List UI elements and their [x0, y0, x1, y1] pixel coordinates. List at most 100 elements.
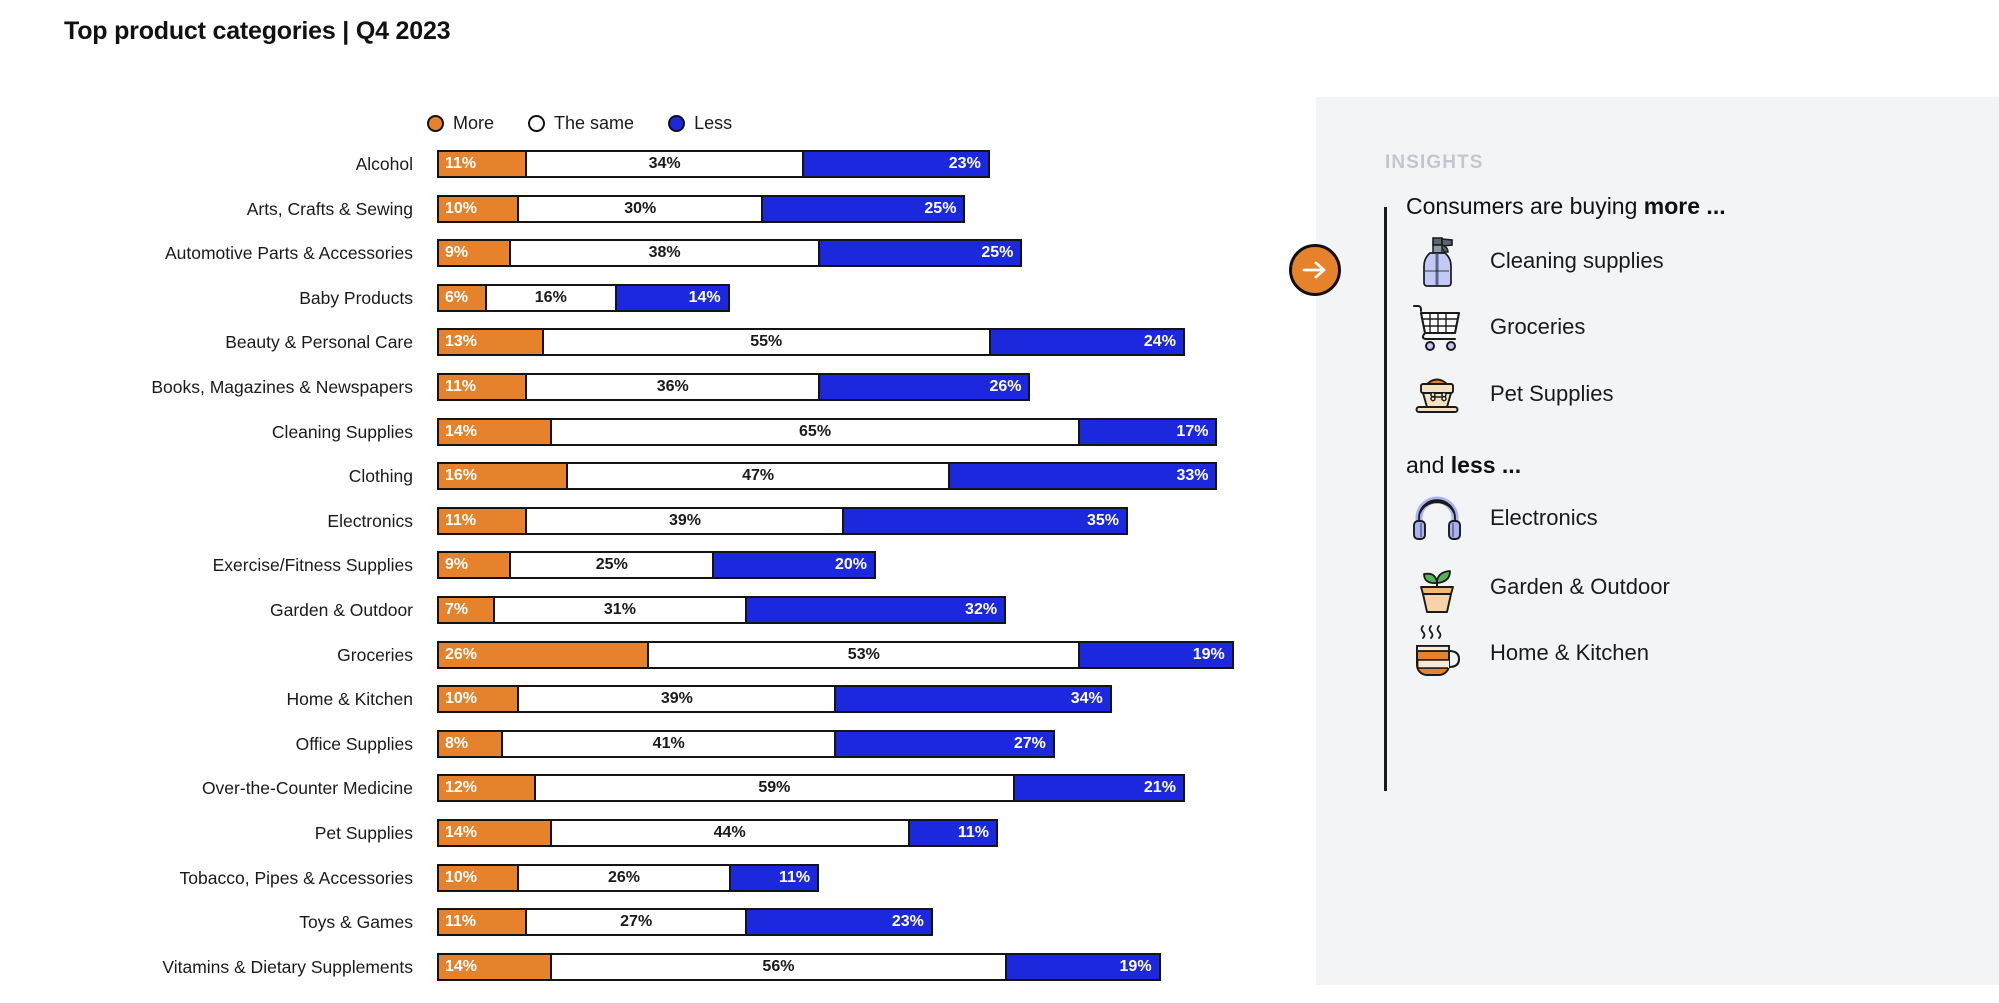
bar-segment-more[interactable]: 13% [437, 328, 543, 357]
stacked-bar-chart: Alcohol 11% 34% 23% Arts, Crafts & Sewing 10%… [0, 149, 1290, 996]
bar-segment-less[interactable]: 20% [713, 551, 876, 580]
bar-segment-more[interactable]: 16% [437, 462, 568, 491]
bar-segment-less[interactable]: 25% [819, 239, 1023, 268]
bar-segment-less[interactable]: 32% [745, 595, 1007, 624]
bar-segment-more[interactable]: 10% [437, 863, 519, 892]
bar-segment-same[interactable]: 39% [526, 506, 844, 535]
insight-item-groceries[interactable]: Groceries [1406, 295, 1585, 359]
legend-swatch-the-same-icon [528, 114, 546, 132]
chart-row: Automotive Parts & Accessories 9% 38% 25% [0, 238, 1290, 283]
bar-value-label: 6% [445, 288, 469, 306]
headphones-icon [1406, 487, 1468, 549]
bar-segment-less[interactable]: 33% [949, 462, 1218, 491]
bar-value-label: 10% [445, 868, 478, 886]
bar-segment-less[interactable]: 11% [908, 818, 998, 847]
bar-segment-more[interactable]: 11% [437, 372, 527, 401]
bar-value-label: 8% [445, 734, 469, 752]
bar-segment-more[interactable]: 26% [437, 640, 649, 669]
insights-vertical-rule [1384, 207, 1387, 791]
category-label: Office Supplies [295, 733, 413, 754]
insight-item-pet-supplies[interactable]: Pet Supplies [1406, 362, 1614, 426]
bar-value-label: 33% [1176, 467, 1209, 485]
chart-row: Home & Kitchen 10% 39% 34% [0, 684, 1290, 729]
bar-segment-less[interactable]: 27% [835, 729, 1055, 758]
bar-segment-less[interactable]: 26% [819, 372, 1031, 401]
bar-segment-same[interactable]: 30% [518, 194, 763, 223]
bar-segment-more[interactable]: 11% [437, 908, 527, 937]
bar-segment-more[interactable]: 14% [437, 818, 551, 847]
category-label: Beauty & Personal Care [225, 332, 413, 353]
bar-segment-same[interactable]: 59% [534, 774, 1015, 803]
legend-item-less[interactable]: Less [668, 113, 732, 134]
bar-segment-same[interactable]: 39% [518, 685, 836, 714]
bar-segment-same[interactable]: 31% [493, 595, 746, 624]
bar-segment-more[interactable]: 10% [437, 685, 519, 714]
legend-item-the-same[interactable]: The same [528, 113, 634, 134]
bar-value-label: 34% [648, 155, 681, 172]
bar-segment-same[interactable]: 36% [526, 372, 820, 401]
bar-segment-same[interactable]: 38% [510, 239, 820, 268]
bar-segment-less[interactable]: 19% [1079, 640, 1234, 669]
bar-value-label: 16% [534, 288, 567, 306]
bar-segment-more[interactable]: 12% [437, 774, 535, 803]
bar-segment-same[interactable]: 65% [550, 417, 1080, 446]
bar-segment-same[interactable]: 27% [526, 908, 746, 937]
bar-segment-less[interactable]: 35% [843, 506, 1129, 535]
chart-row: Over-the-Counter Medicine 12% 59% 21% [0, 773, 1290, 818]
bar-segment-less[interactable]: 24% [989, 328, 1185, 357]
insight-item-home-kitchen[interactable]: Home & Kitchen [1406, 621, 1649, 685]
bar-segment-more[interactable]: 11% [437, 150, 527, 178]
bar-segment-more[interactable]: 14% [437, 417, 551, 446]
bar-segment-same[interactable]: 53% [648, 640, 1080, 669]
chart-row: Clothing 16% 47% 33% [0, 461, 1290, 506]
category-label: Alcohol [355, 154, 413, 174]
bar-segment-more[interactable]: 8% [437, 729, 503, 758]
bar-value-label: 26% [445, 645, 478, 663]
bar-segment-same[interactable]: 55% [542, 328, 990, 357]
bar-segment-more[interactable]: 9% [437, 239, 511, 268]
bar-value-label: 16% [445, 467, 478, 485]
bar-segment-less[interactable]: 19% [1006, 952, 1161, 981]
next-arrow-button[interactable] [1289, 244, 1341, 296]
bar-segment-more[interactable]: 11% [437, 506, 527, 535]
insight-item-electronics[interactable]: Electronics [1406, 486, 1598, 550]
potted-plant-icon [1406, 556, 1468, 618]
bar-segment-same[interactable]: 25% [510, 551, 714, 580]
bar-segment-less[interactable]: 25% [762, 194, 966, 223]
bar-value-label: 11% [445, 511, 477, 529]
category-label: Vitamins & Dietary Supplements [162, 956, 413, 977]
bar-segment-same[interactable]: 26% [518, 863, 730, 892]
bar-segment-same[interactable]: 44% [550, 818, 909, 847]
bar-segment-same[interactable]: 47% [567, 462, 950, 491]
bar-segment-same[interactable]: 56% [550, 952, 1007, 981]
pet-food-bowl-icon [1406, 363, 1468, 425]
bar-value-label: 19% [1119, 957, 1152, 975]
insight-item-cleaning-supplies[interactable]: Cleaning supplies [1406, 229, 1664, 293]
bar-segment-more[interactable]: 9% [437, 551, 511, 580]
chart-row: Beauty & Personal Care 13% 55% 24% [0, 327, 1290, 372]
bar-segment-less[interactable]: 14% [615, 283, 730, 312]
bar-segment-more[interactable]: 14% [437, 952, 551, 981]
insights-heading-less: and less ... [1406, 452, 1521, 479]
chart-row: Electronics 11% 39% 35% [0, 506, 1290, 551]
insight-item-garden-outdoor[interactable]: Garden & Outdoor [1406, 555, 1670, 619]
stacked-bar: 8% 41% 27% [437, 729, 1055, 758]
bar-segment-less[interactable]: 11% [729, 863, 820, 892]
bar-segment-less[interactable]: 21% [1014, 774, 1185, 803]
bar-segment-more[interactable]: 7% [437, 595, 494, 624]
bar-segment-more[interactable]: 10% [437, 194, 519, 223]
bar-segment-more[interactable]: 6% [437, 283, 486, 312]
bar-value-label: 9% [445, 556, 469, 574]
bar-segment-less[interactable]: 17% [1079, 417, 1218, 446]
bar-segment-same[interactable]: 16% [485, 283, 616, 312]
bar-value-label: 27% [1013, 734, 1046, 752]
bar-value-label: 39% [660, 690, 693, 708]
bar-value-label: 55% [750, 333, 783, 351]
bar-segment-less[interactable]: 23% [802, 150, 990, 178]
bar-segment-same[interactable]: 41% [502, 729, 836, 758]
bar-segment-less[interactable]: 34% [835, 685, 1112, 714]
bar-segment-less[interactable]: 23% [745, 908, 933, 937]
bar-segment-same[interactable]: 34% [526, 150, 803, 178]
legend-item-more[interactable]: More [427, 113, 494, 134]
insights-kicker: INSIGHTS [1385, 152, 1484, 173]
